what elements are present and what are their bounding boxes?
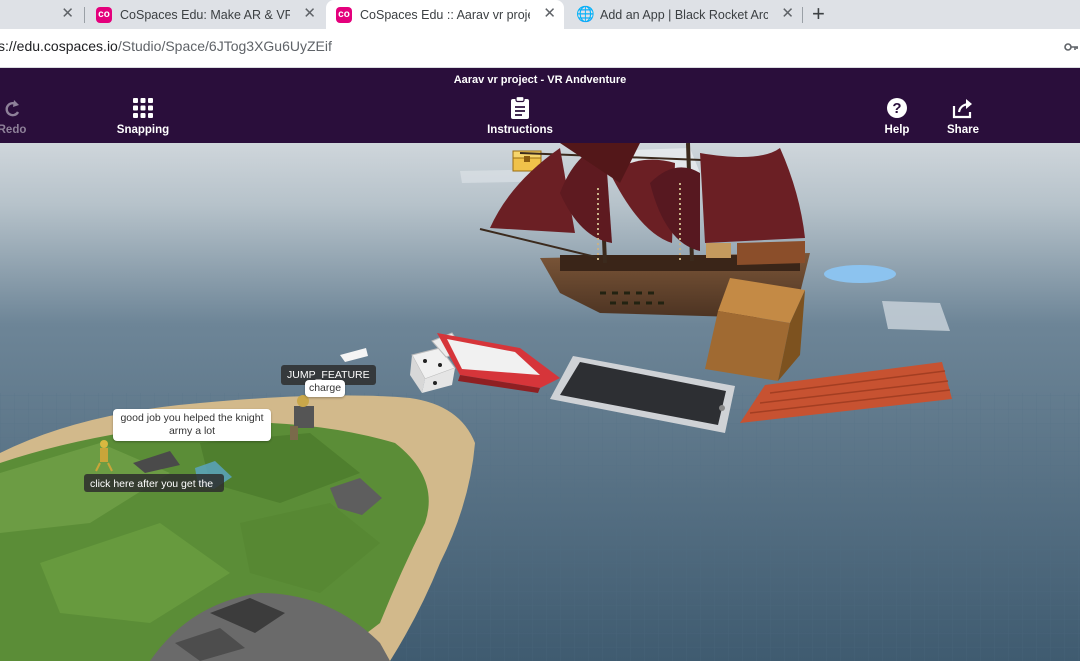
snapping-label: Snapping: [116, 124, 170, 136]
key-icon[interactable]: [1064, 40, 1078, 57]
scene-graphics: [0, 143, 1080, 661]
water-puddle: [824, 265, 896, 283]
close-icon[interactable]: ✕: [781, 6, 794, 22]
close-icon[interactable]: ✕: [61, 6, 74, 22]
url-text[interactable]: s://edu.cospaces.io/Studio/Space/6JTog3X…: [0, 38, 332, 54]
share-label: Share: [947, 124, 979, 136]
close-icon[interactable]: ✕: [303, 6, 316, 22]
cospaces-favicon-icon: co: [336, 7, 352, 23]
scene-canvas[interactable]: JUMP_FEATURE charge good job you helped …: [0, 143, 1080, 661]
app-toolbar: Aarav vr project - VR Andventure Redo Sn…: [0, 68, 1080, 143]
browser-tab-strip: ✕ co CoSpaces Edu: Make AR & VR in ✕ co …: [0, 0, 1080, 29]
share-button[interactable]: Share: [918, 96, 1008, 136]
browser-tab-0[interactable]: ✕: [0, 0, 82, 29]
close-icon[interactable]: ✕: [543, 6, 556, 22]
tab-separator: [84, 7, 85, 23]
browser-tab-1[interactable]: co CoSpaces Edu: Make AR & VR in ✕: [86, 0, 324, 29]
svg-text:?: ?: [892, 100, 901, 117]
cospaces-favicon-icon: co: [96, 7, 112, 23]
browser-tab-2[interactable]: co CoSpaces Edu :: Aarav vr project ✕: [326, 0, 564, 29]
instructions-label: Instructions: [487, 124, 553, 136]
instructions-button[interactable]: Instructions: [475, 96, 565, 136]
tab-separator: [802, 7, 803, 23]
address-bar[interactable]: s://edu.cospaces.io/Studio/Space/6JTog3X…: [0, 29, 1080, 68]
clipboard-icon: [475, 96, 565, 120]
project-title: Aarav vr project - VR Andventure: [453, 74, 627, 86]
grid-icon: [98, 96, 188, 120]
charge-speech-bubble: charge: [305, 380, 345, 397]
browser-tab-3[interactable]: 🌐 Add an App | Black Rocket Arcad ✕: [566, 0, 802, 29]
knight-speech-bubble: good job you helped the knight army a lo…: [113, 409, 271, 441]
share-icon: [918, 96, 1008, 120]
click-here-label[interactable]: click here after you get the: [84, 474, 224, 492]
new-tab-button[interactable]: +: [812, 1, 825, 27]
redo-button[interactable]: Redo: [0, 96, 57, 136]
globe-icon: 🌐: [576, 6, 595, 23]
redo-label: Redo: [0, 124, 27, 136]
snapping-button[interactable]: Snapping: [98, 96, 188, 136]
url-host: s://edu.cospaces.io: [0, 38, 118, 54]
redo-icon: [0, 96, 57, 120]
glass-panel: [882, 301, 950, 331]
url-path: /Studio/Space/6JTog3XGu6UyZEif: [117, 38, 332, 54]
